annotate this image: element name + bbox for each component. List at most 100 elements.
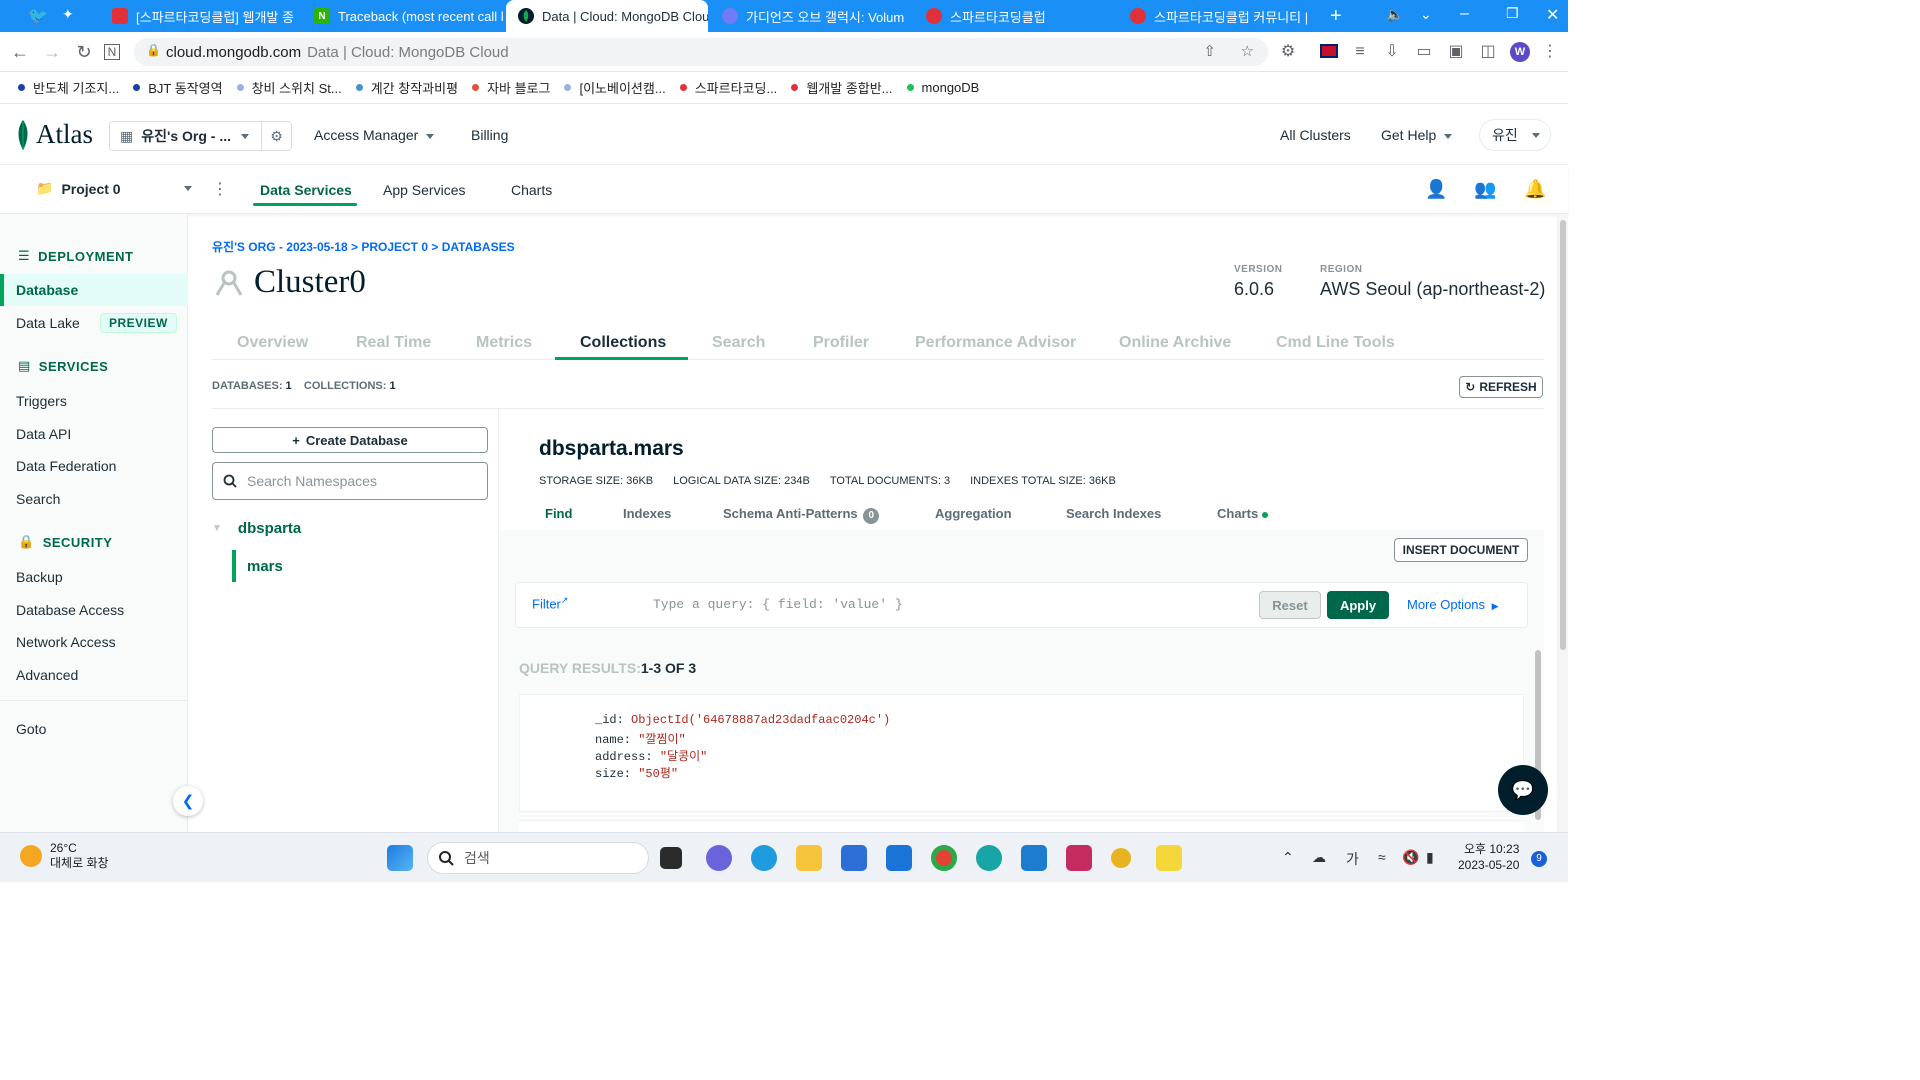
tab-cmd-line-tools[interactable]: Cmd Line Tools xyxy=(1276,334,1395,352)
whale-browser-icon[interactable] xyxy=(976,845,1002,871)
extensions-puzzle-icon[interactable]: ⚙ xyxy=(1278,42,1298,62)
atlas-logo[interactable]: Atlas xyxy=(16,119,93,150)
refresh-button[interactable]: ↻ REFRESH xyxy=(1459,376,1543,398)
tab-overview[interactable]: Overview xyxy=(237,334,308,352)
sidebar-item-goto[interactable]: Goto xyxy=(16,721,46,737)
sidebar-item-database[interactable]: Database xyxy=(0,274,188,306)
forward-arrow-icon[interactable]: → xyxy=(40,40,64,64)
sticky-notes-icon[interactable] xyxy=(1156,845,1182,871)
edge-icon[interactable] xyxy=(751,845,777,871)
subtab-find[interactable]: Find xyxy=(545,506,572,521)
document-card[interactable]: _id: ObjectId('64678887ad23dadfaac0204c'… xyxy=(519,694,1524,812)
windows-start-icon[interactable] xyxy=(387,845,413,871)
bookmark-item[interactable]: 계간 창작과비평 xyxy=(355,78,458,97)
tab-real-time[interactable]: Real Time xyxy=(356,334,431,352)
vscode-icon[interactable] xyxy=(1021,845,1047,871)
intellij-icon[interactable] xyxy=(1066,845,1092,871)
speaker-muted-icon[interactable]: 🔇 xyxy=(1402,849,1419,866)
download-icon[interactable]: ⇩ xyxy=(1382,42,1402,62)
subtab-search-indexes[interactable]: Search Indexes xyxy=(1066,506,1161,521)
browser-tab-2[interactable]: N Traceback (most recent call l xyxy=(302,0,504,32)
reset-button[interactable]: Reset xyxy=(1259,591,1321,619)
browser-tab-6[interactable]: 스파르타코딩클럽 커뮤니티 | xyxy=(1118,0,1320,32)
more-options-link[interactable]: More Options ▶ xyxy=(1407,597,1499,612)
task-view-icon[interactable] xyxy=(660,847,682,869)
tab-data-services[interactable]: Data Services xyxy=(260,182,352,198)
tab-collections[interactable]: Collections xyxy=(580,334,666,352)
subtab-schema-anti-patterns[interactable]: Schema Anti-Patterns 0 xyxy=(723,506,880,524)
chat-support-icon[interactable]: 💬 xyxy=(1498,765,1548,815)
subtab-aggregation[interactable]: Aggregation xyxy=(935,506,1012,521)
new-tab-icon[interactable]: + xyxy=(1330,5,1342,28)
back-arrow-icon[interactable]: ← xyxy=(8,40,32,64)
browser-tab-1[interactable]: [스파르타코딩클럽] 웹개발 종 xyxy=(100,0,300,32)
project-more-icon[interactable]: ⋮ xyxy=(212,179,228,199)
tab-metrics[interactable]: Metrics xyxy=(476,334,532,352)
bookmark-item[interactable]: 창비 스위치 St... xyxy=(236,78,342,97)
sidebar-item-search[interactable]: Search xyxy=(16,491,60,507)
browser-tab-5[interactable]: 스파르타코딩클럽 xyxy=(914,0,1116,32)
tab-list-chevron-icon[interactable]: ⌄ xyxy=(1420,6,1432,23)
bookmark-item[interactable]: mongoDB xyxy=(906,80,979,95)
browser-menu-icon[interactable]: ⋮ xyxy=(1540,42,1560,62)
bookmark-item[interactable]: 웹개발 종합반... xyxy=(791,78,893,97)
file-explorer-icon[interactable] xyxy=(796,845,822,871)
profile-avatar[interactable]: W xyxy=(1510,42,1530,62)
user-menu[interactable]: 유진 xyxy=(1479,119,1551,151)
mail-icon[interactable] xyxy=(886,845,912,871)
sidebar-item-network-access[interactable]: Network Access xyxy=(16,634,116,650)
tab-online-archive[interactable]: Online Archive xyxy=(1119,334,1231,352)
twitter-icon[interactable]: 🐦 xyxy=(28,6,50,26)
org-selector[interactable]: ▦ 유진's Org - ... ⚙ xyxy=(109,121,292,151)
collapse-sidebar-chevron-left-icon[interactable]: ❮ xyxy=(173,786,203,816)
tab-search[interactable]: Search xyxy=(712,334,765,352)
speaker-icon[interactable]: 🔈 xyxy=(1386,6,1403,23)
screenshot-icon[interactable]: ▣ xyxy=(1446,42,1466,62)
invite-user-icon[interactable]: 👤 xyxy=(1425,179,1447,200)
chat-app-icon[interactable] xyxy=(706,845,732,871)
insert-document-button[interactable]: INSERT DOCUMENT xyxy=(1394,538,1528,562)
browser-tab-3-active[interactable]: Data | Cloud: MongoDB Clou ✕ xyxy=(506,0,708,32)
project-selector[interactable]: 📁 Project 0 xyxy=(36,180,192,197)
tray-chevron-up-icon[interactable]: ⌃ xyxy=(1282,849,1294,866)
notification-count-badge[interactable]: 9 xyxy=(1531,851,1547,867)
browser-tab-4[interactable]: 가디언즈 오브 갤럭시: Volum xyxy=(710,0,912,32)
minimize-icon[interactable]: – xyxy=(1460,5,1469,23)
activity-feed-icon[interactable]: 👥 xyxy=(1474,179,1496,200)
filter-link[interactable]: Filter↗ xyxy=(532,595,568,611)
close-window-icon[interactable]: ✕ xyxy=(1546,5,1559,25)
sidebar-item-data-lake[interactable]: Data Lake xyxy=(16,315,80,331)
store-icon[interactable] xyxy=(841,845,867,871)
apply-button[interactable]: Apply xyxy=(1327,591,1389,619)
weather-widget[interactable]: 26°C 대체로 화창 xyxy=(20,841,109,871)
sidebar-item-triggers[interactable]: Triggers xyxy=(16,393,67,409)
cast-icon[interactable]: ▭ xyxy=(1414,42,1434,62)
uk-flag-icon[interactable] xyxy=(1320,44,1338,58)
tree-database-item[interactable]: ▼ dbsparta xyxy=(212,520,301,537)
bookmark-item[interactable]: 반도체 기조지... xyxy=(18,78,119,97)
subtab-charts[interactable]: Charts xyxy=(1217,506,1268,521)
tab-charts[interactable]: Charts xyxy=(511,182,552,198)
tab-app-services[interactable]: App Services xyxy=(383,182,465,198)
sidebar-item-backup[interactable]: Backup xyxy=(16,569,63,585)
page-scrollbar-thumb[interactable] xyxy=(1560,220,1566,650)
share-icon[interactable]: ⇧ xyxy=(1203,42,1216,60)
subtab-indexes[interactable]: Indexes xyxy=(623,506,671,521)
get-help-menu[interactable]: Get Help xyxy=(1381,127,1453,143)
all-clusters-link[interactable]: All Clusters xyxy=(1280,127,1351,143)
bookmark-item[interactable]: BJT 동작영역 xyxy=(133,78,223,97)
side-panel-icon[interactable]: ◫ xyxy=(1478,42,1498,62)
tree-collection-item[interactable]: mars xyxy=(247,558,283,575)
query-filter-input[interactable]: Type a query: { field: 'value' } xyxy=(653,597,903,612)
sidebar-item-advanced[interactable]: Advanced xyxy=(16,667,78,683)
reading-list-icon[interactable]: ≡ xyxy=(1350,42,1370,62)
breadcrumb[interactable]: 유진'S ORG - 2023-05-18 > PROJECT 0 > DATA… xyxy=(212,238,515,255)
bookmark-item[interactable]: 자바 블로그 xyxy=(472,78,550,97)
tab-profiler[interactable]: Profiler xyxy=(813,334,869,352)
billing-link[interactable]: Billing xyxy=(471,127,508,143)
bell-icon[interactable]: 🔔 xyxy=(1524,179,1546,200)
bookmark-star-icon[interactable]: ☆ xyxy=(1241,42,1254,60)
search-namespaces-input[interactable]: Search Namespaces xyxy=(212,462,488,500)
sidebar-item-data-api[interactable]: Data API xyxy=(16,426,71,442)
bookmark-item[interactable]: [이노베이션캠... xyxy=(564,78,666,97)
